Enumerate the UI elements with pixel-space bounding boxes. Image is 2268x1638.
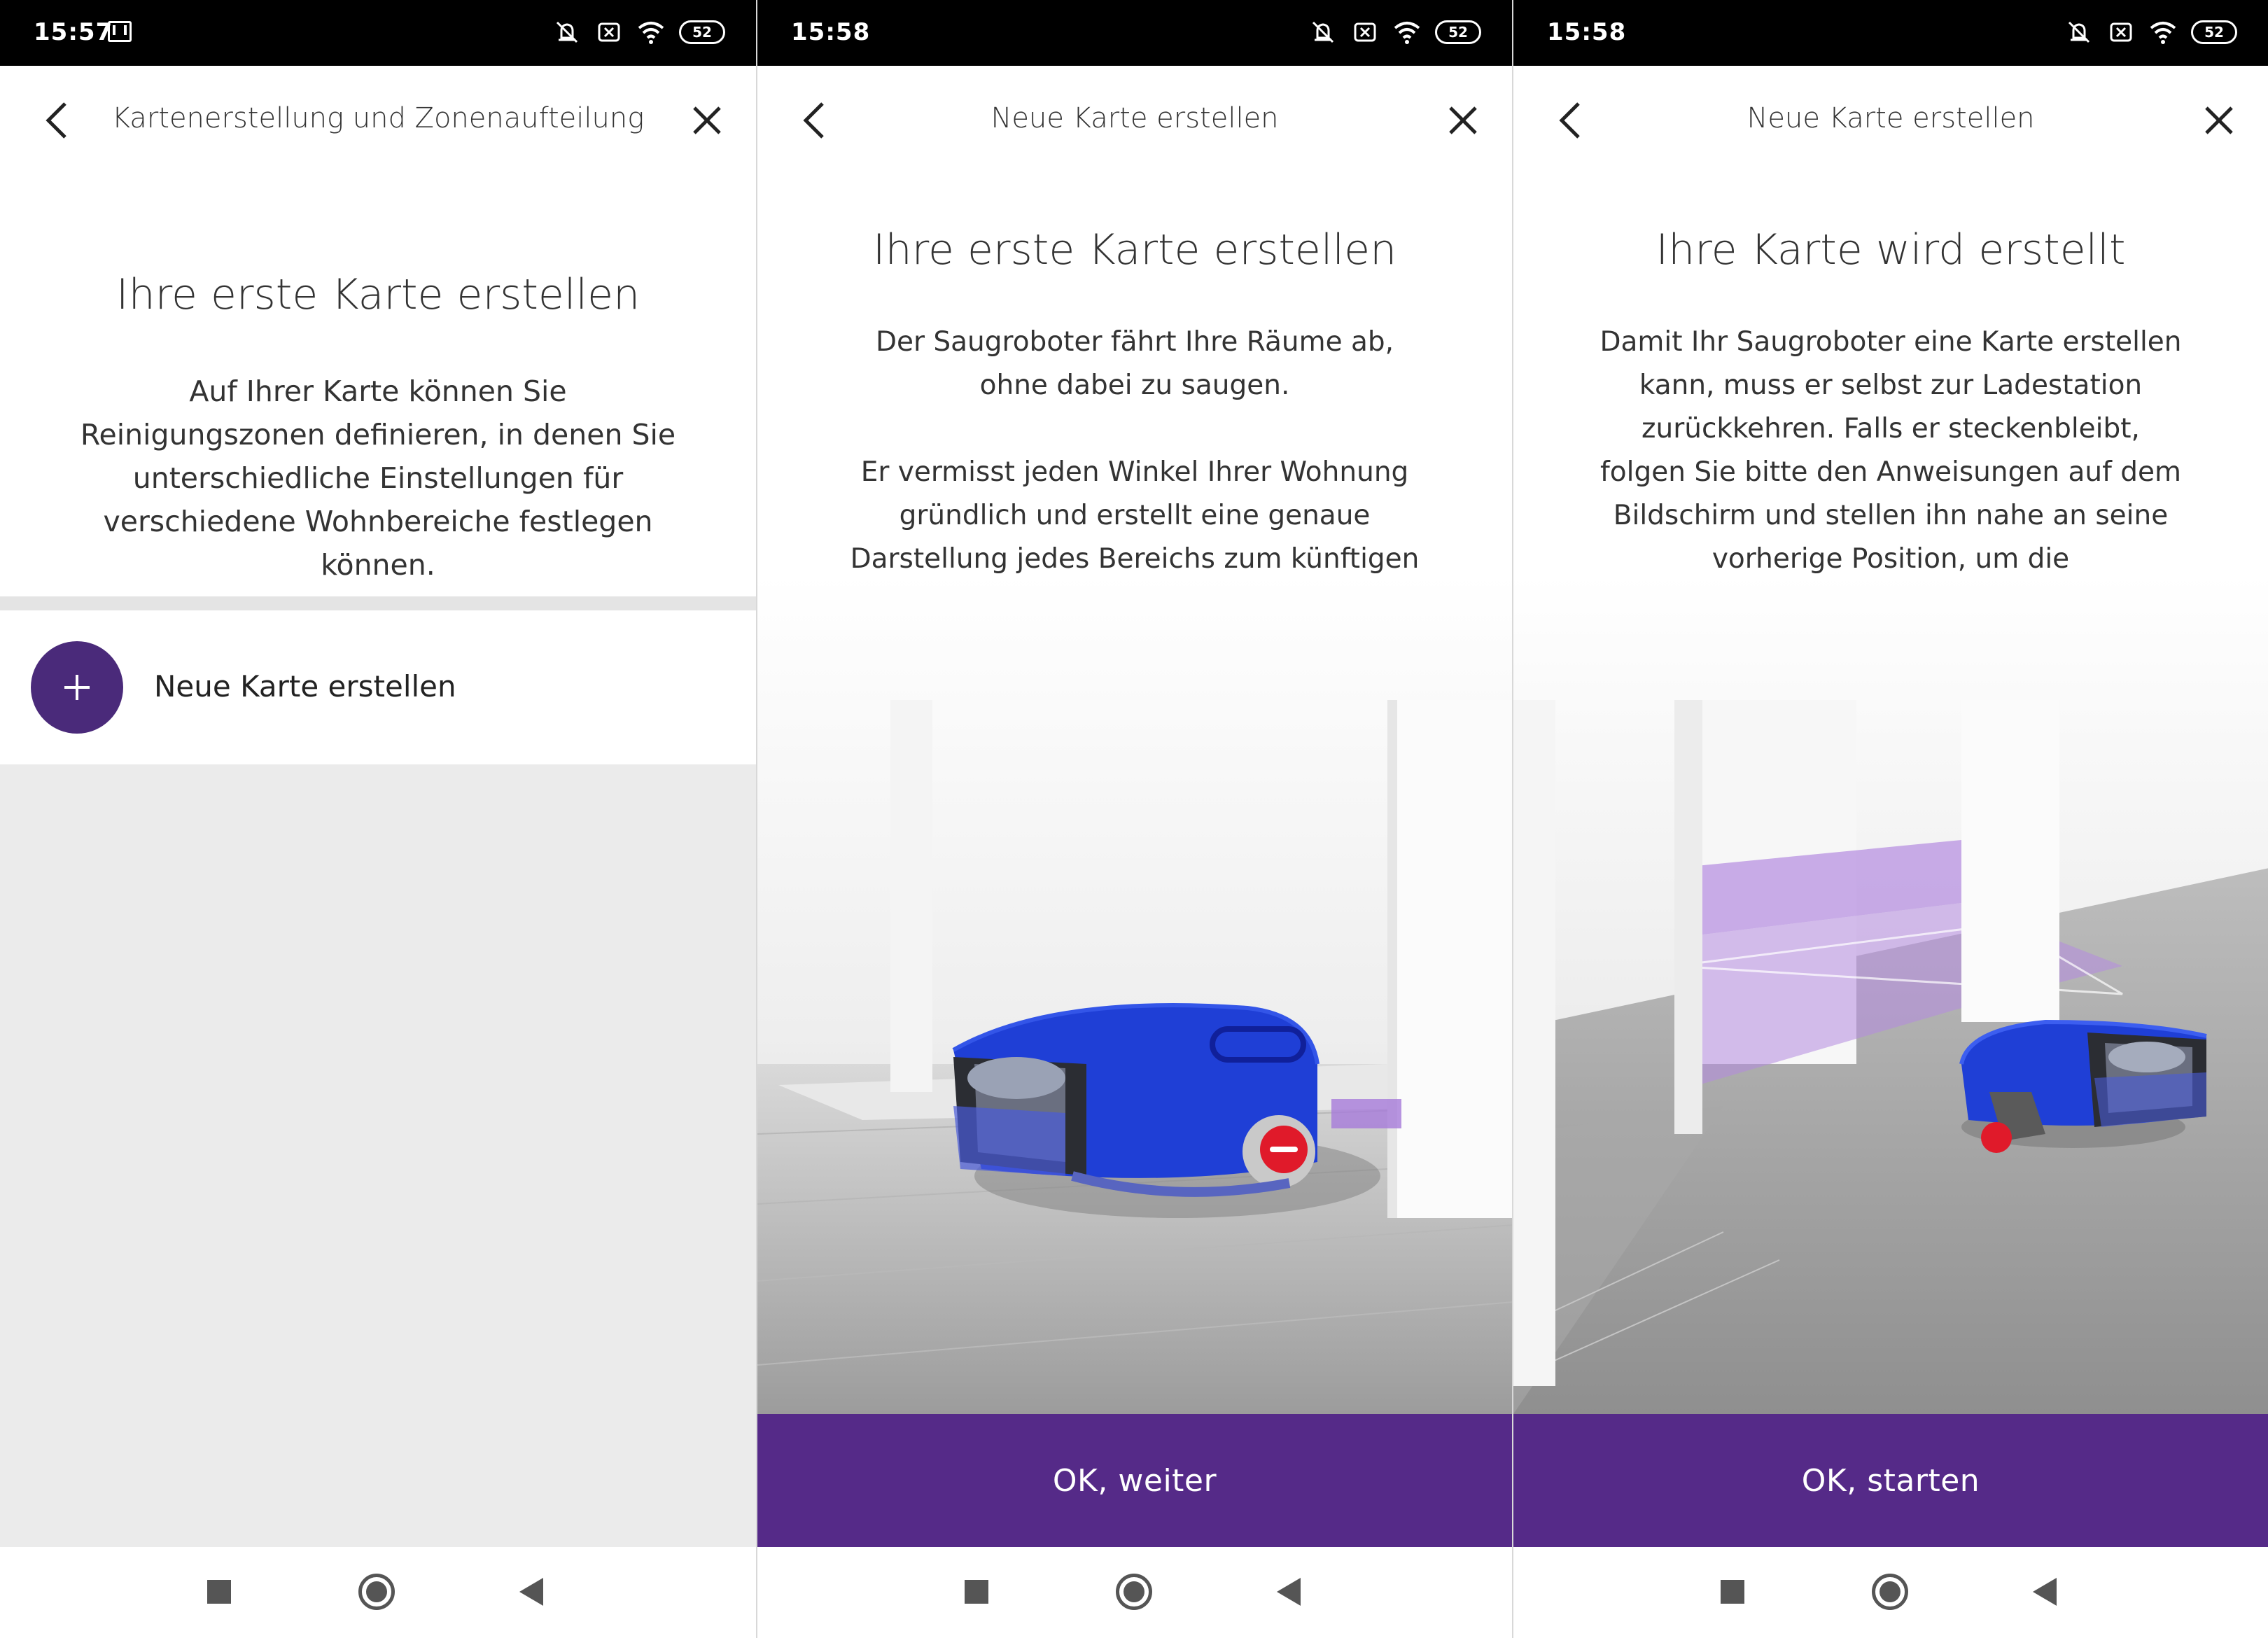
header-title: Neue Karte erstellen xyxy=(1746,102,2035,134)
status-bar: 15:58 52 xyxy=(1513,0,2268,66)
page-heading: Ihre erste Karte erstellen xyxy=(115,270,640,319)
intro-section: Ihre erste Karte erstellen Auf Ihrer Kar… xyxy=(0,179,756,596)
back-triangle-icon[interactable] xyxy=(2033,1578,2057,1606)
mute-icon xyxy=(556,21,578,43)
phone-screen-1: 15:57 52 Kartenerstellung und Zonenaufte… xyxy=(0,0,756,1638)
phone-screen-3: 15:58 52 Neue Karte erstellen Ihre Karte… xyxy=(1512,0,2268,1638)
status-time: 15:58 xyxy=(791,18,871,46)
intro-text: Auf Ihrer Karte können Sie Reinigungszon… xyxy=(80,374,676,582)
battery-icon: 52 xyxy=(2191,20,2237,44)
ok-continue-button[interactable]: OK, weiter xyxy=(757,1414,1512,1547)
back-button[interactable] xyxy=(1548,99,1590,141)
status-icons: 52 xyxy=(553,18,725,46)
close-icon xyxy=(693,106,721,134)
empty-area xyxy=(0,764,756,1547)
close-button[interactable] xyxy=(2198,99,2240,141)
battery-icon: 52 xyxy=(679,20,725,44)
android-nav-bar xyxy=(757,1547,1512,1638)
back-button[interactable] xyxy=(35,99,77,141)
battery-icon: 52 xyxy=(1435,20,1481,44)
header-title: Kartenerstellung und Zonenaufteilung xyxy=(111,102,645,134)
robot-return-illustration xyxy=(1513,574,2268,1414)
app-header: Neue Karte erstellen xyxy=(1513,66,2268,179)
status-icons: 52 xyxy=(1309,18,1481,46)
back-arrow-icon xyxy=(46,102,66,139)
no-sim-icon xyxy=(1354,22,1376,42)
status-bar: 15:58 52 xyxy=(757,0,1512,66)
wifi-icon xyxy=(2150,22,2176,44)
android-nav-bar xyxy=(0,1547,756,1638)
home-circle-icon[interactable] xyxy=(1872,1574,1908,1610)
back-button[interactable] xyxy=(792,99,834,141)
new-map-label: Neue Karte erstellen xyxy=(154,669,456,704)
app-header: Kartenerstellung und Zonenaufteilung xyxy=(0,66,756,179)
mute-icon xyxy=(2068,21,2090,43)
new-map-list-item[interactable]: Neue Karte erstellen xyxy=(0,610,756,764)
home-circle-icon[interactable] xyxy=(1116,1574,1152,1610)
back-triangle-icon[interactable] xyxy=(1277,1578,1301,1606)
robot-mapping-illustration xyxy=(757,574,1512,1414)
back-arrow-icon xyxy=(1559,102,1580,139)
close-icon xyxy=(2205,106,2233,134)
status-bar: 15:57 52 xyxy=(0,0,756,66)
status-icons: 52 xyxy=(2065,18,2237,46)
home-circle-icon[interactable] xyxy=(358,1574,395,1610)
close-icon xyxy=(1449,106,1477,134)
page-heading: Ihre Karte wird erstellt xyxy=(1656,225,2126,274)
close-button[interactable] xyxy=(1442,99,1484,141)
recents-square-icon[interactable] xyxy=(965,1580,988,1604)
recents-square-icon[interactable] xyxy=(1721,1580,1744,1604)
back-triangle-icon[interactable] xyxy=(519,1578,543,1606)
status-time: 15:58 xyxy=(1547,18,1627,46)
no-sim-icon xyxy=(2110,22,2132,42)
wifi-icon xyxy=(638,22,664,44)
section-divider xyxy=(0,596,756,610)
status-time: 15:57 xyxy=(34,18,113,46)
mute-icon xyxy=(1312,21,1334,43)
page-heading: Ihre erste Karte erstellen xyxy=(872,225,1397,274)
android-nav-bar xyxy=(1513,1547,2268,1638)
no-sim-icon xyxy=(598,22,620,42)
recents-square-icon[interactable] xyxy=(207,1580,231,1604)
add-map-button[interactable] xyxy=(31,641,123,734)
close-button[interactable] xyxy=(686,99,728,141)
screenshot-row: 15:57 52 Kartenerstellung und Zonenaufte… xyxy=(0,0,2268,1638)
plus-icon xyxy=(64,675,90,700)
wifi-icon xyxy=(1394,22,1420,44)
gmail-notification-icon xyxy=(108,21,132,42)
ok-start-button[interactable]: OK, starten xyxy=(1513,1414,2268,1547)
header-title: Neue Karte erstellen xyxy=(990,102,1279,134)
app-header: Neue Karte erstellen xyxy=(757,66,1512,179)
phone-screen-2: 15:58 52 Neue Karte erstellen Ihre erste… xyxy=(756,0,1512,1638)
back-arrow-icon xyxy=(803,102,824,139)
